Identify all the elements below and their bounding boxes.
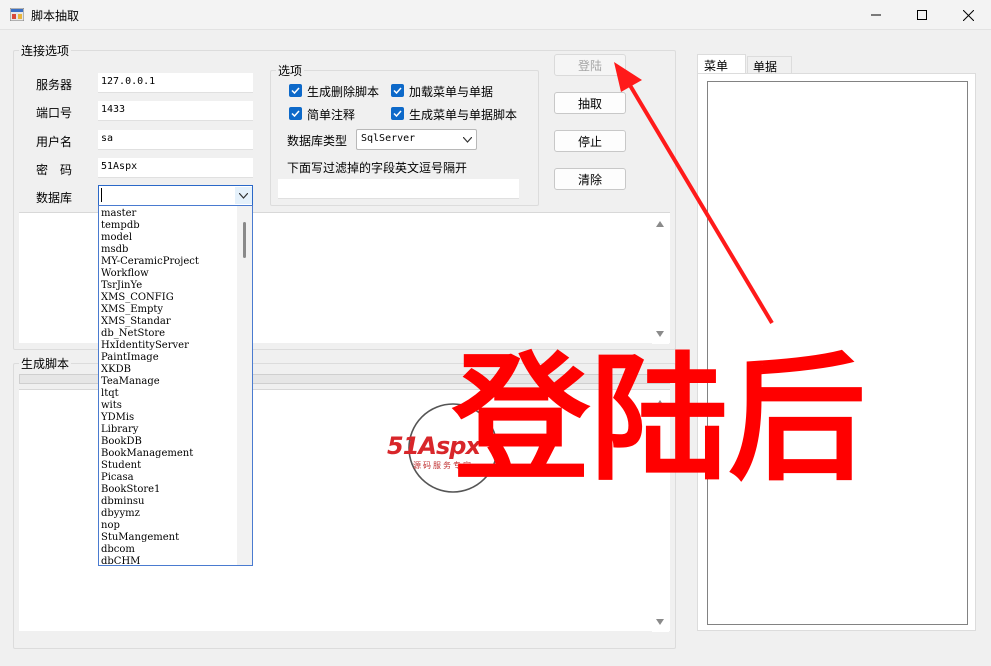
annotation-arrow-icon [614,62,774,325]
annotation-text: 登陆后 [452,339,867,500]
